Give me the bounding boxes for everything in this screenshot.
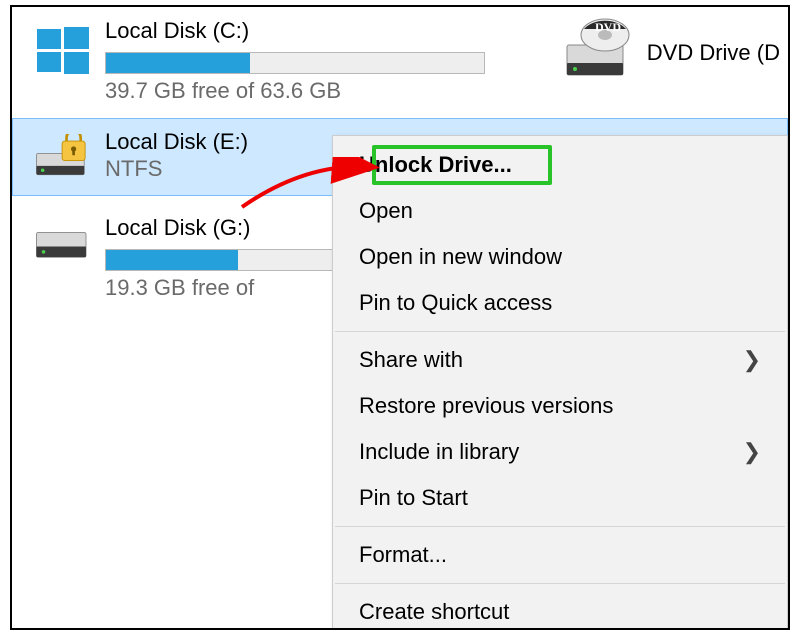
menu-include-library[interactable]: Include in library❯ [333, 429, 787, 475]
drive-c-storage-bar [105, 52, 485, 74]
explorer-window: Local Disk (C:) 39.7 GB free of 63.6 GB [10, 5, 790, 630]
context-menu: Unlock Drive... Open Open in new window … [332, 135, 788, 630]
menu-separator [335, 331, 785, 332]
svg-text:DVD: DVD [595, 20, 621, 34]
menu-pin-quick-access[interactable]: Pin to Quick access [333, 280, 787, 326]
menu-unlock-drive[interactable]: Unlock Drive... [333, 142, 787, 188]
menu-share-with[interactable]: Share with❯ [333, 337, 787, 383]
dvd-drive-row[interactable]: DVD DVD Drive (D [561, 17, 780, 89]
menu-open-new-window[interactable]: Open in new window [333, 234, 787, 280]
locked-drive-icon [20, 128, 105, 180]
hdd-icon [20, 214, 105, 266]
dvd-title: DVD Drive (D [647, 40, 780, 66]
menu-restore-versions[interactable]: Restore previous versions [333, 383, 787, 429]
menu-format[interactable]: Format... [333, 532, 787, 578]
menu-open[interactable]: Open [333, 188, 787, 234]
menu-create-shortcut[interactable]: Create shortcut [333, 589, 787, 630]
menu-separator [335, 583, 785, 584]
windows-logo-icon [20, 17, 105, 79]
menu-pin-start[interactable]: Pin to Start [333, 475, 787, 521]
menu-separator [335, 526, 785, 527]
chevron-right-icon: ❯ [743, 347, 761, 373]
chevron-right-icon: ❯ [743, 439, 761, 465]
dvd-icon: DVD [561, 17, 633, 89]
